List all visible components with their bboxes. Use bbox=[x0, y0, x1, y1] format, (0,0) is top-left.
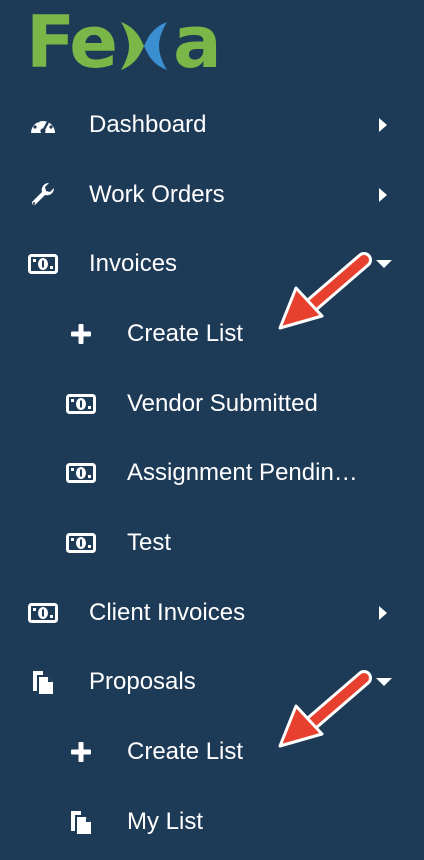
copy-documents-icon bbox=[28, 670, 58, 695]
caret-down-icon bbox=[376, 678, 392, 687]
sidebar-item-label: Create List bbox=[127, 319, 244, 347]
sidebar-item-invoices[interactable]: Invoices bbox=[0, 229, 424, 299]
sidebar-item-label: My List bbox=[127, 807, 204, 835]
caret-down-icon bbox=[376, 260, 392, 269]
sidebar-item-label: Assignment Pendin… bbox=[127, 459, 358, 487]
wrench-icon bbox=[28, 182, 58, 207]
logo-text-fe: Fe bbox=[26, 0, 118, 84]
sidebar-item-client-invoices[interactable]: Client Invoices bbox=[0, 578, 424, 648]
sidebar-item-label: Client Invoices bbox=[89, 598, 246, 626]
sidebar-subitem-test[interactable]: Test bbox=[0, 508, 424, 578]
sidebar-item-dashboard[interactable]: Dashboard bbox=[0, 90, 424, 160]
sidebar-item-label: Vendor Submitted bbox=[127, 389, 318, 417]
sidebar-item-label: Proposals bbox=[89, 668, 196, 696]
money-bill-icon bbox=[66, 531, 96, 555]
sidebar-item-label: Dashboard bbox=[89, 110, 207, 138]
plus-icon bbox=[66, 322, 96, 346]
money-bill-icon bbox=[66, 461, 96, 485]
copy-documents-icon bbox=[66, 810, 96, 834]
sidebar-subitem-vendor-submitted[interactable]: Vendor Submitted bbox=[0, 369, 424, 439]
sidebar-subitem-proposals-create-list[interactable]: Create List bbox=[0, 717, 424, 787]
money-bill-icon bbox=[28, 252, 58, 276]
sidebar-item-label: Invoices bbox=[89, 250, 178, 278]
sidebar-item-label: Create List bbox=[127, 738, 244, 766]
logo-text-a: a bbox=[173, 0, 222, 84]
plus-icon bbox=[66, 740, 96, 764]
sidebar-subitem-assignment-pending[interactable]: Assignment Pendin… bbox=[0, 438, 424, 508]
money-bill-icon bbox=[28, 601, 58, 625]
fexa-logo[interactable]: Fe a bbox=[26, 0, 222, 84]
sidebar-item-label: Work Orders bbox=[89, 180, 225, 208]
caret-right-icon bbox=[379, 605, 387, 620]
caret-right-icon bbox=[379, 117, 387, 132]
dashboard-gauge-icon bbox=[28, 113, 58, 137]
sidebar-subitem-my-list[interactable]: My List bbox=[0, 787, 424, 857]
sidebar-nav: Dashboard Work Orders Invoices Create Li… bbox=[0, 90, 424, 857]
sidebar-item-label: Test bbox=[127, 528, 172, 556]
sidebar-subitem-invoices-create-list[interactable]: Create List bbox=[0, 299, 424, 369]
caret-right-icon bbox=[379, 187, 387, 202]
money-bill-icon bbox=[66, 392, 96, 416]
logo-x-mark bbox=[117, 15, 171, 75]
sidebar-item-proposals[interactable]: Proposals bbox=[0, 648, 424, 718]
sidebar-item-work-orders[interactable]: Work Orders bbox=[0, 160, 424, 230]
